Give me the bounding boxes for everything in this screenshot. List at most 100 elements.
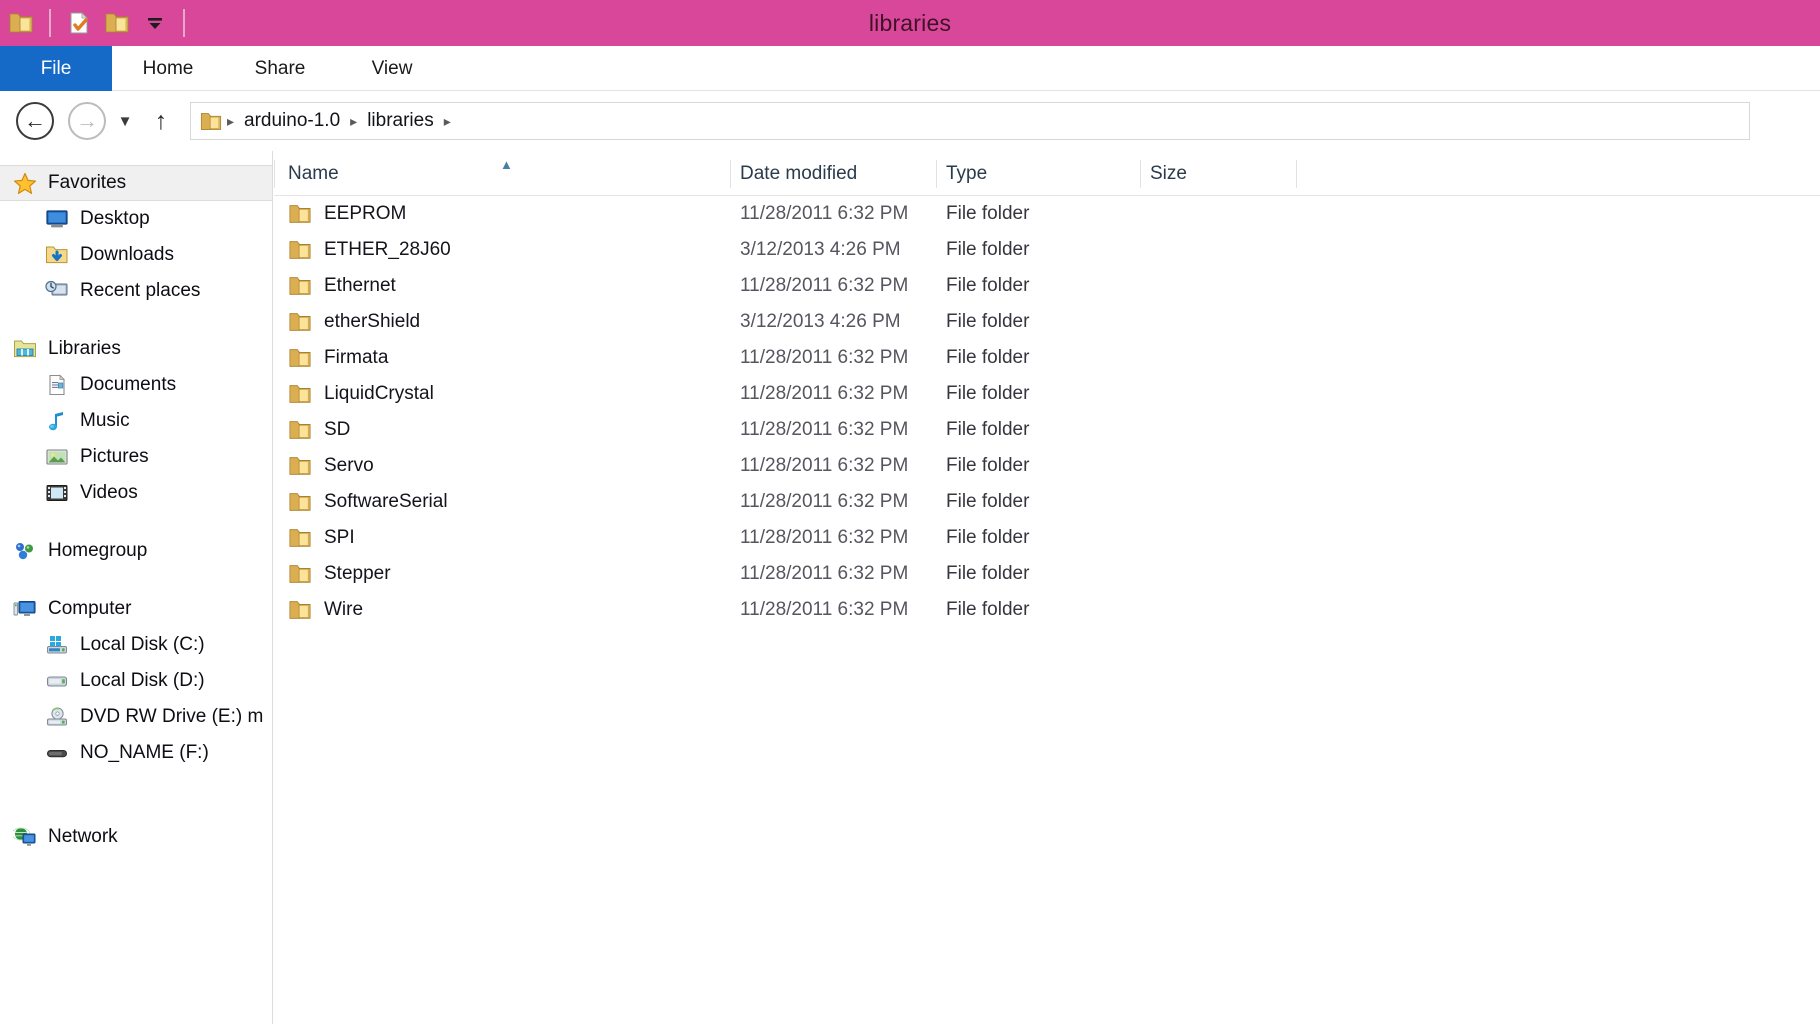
table-row[interactable]: EEPROM11/28/2011 6:32 PMFile folder: [274, 196, 1820, 232]
column-header-type[interactable]: Type: [946, 151, 987, 196]
cell-type: File folder: [946, 203, 1029, 225]
sidebar-item-libraries[interactable]: Libraries: [0, 331, 272, 367]
cell-name[interactable]: SD: [288, 419, 350, 441]
sidebar-item-desktop[interactable]: Desktop: [0, 201, 272, 237]
table-row[interactable]: LiquidCrystal 11/28/2011 6:32 PM File fold…: [274, 376, 1820, 412]
cell-name[interactable]: SoftwareSerial: [288, 491, 448, 513]
table-row[interactable]: Wire11/28/2011 6:32 PMFile folder: [274, 592, 1820, 628]
breadcrumb-folder-icon: [199, 111, 223, 132]
recent-places-icon: [44, 279, 70, 303]
back-button[interactable]: ←: [14, 100, 56, 142]
folder-icon: [288, 347, 312, 369]
cell-type: File folder: [946, 383, 1029, 405]
sidebar-label-videos: Videos: [80, 482, 138, 504]
cell-date-modified: 11/28/2011 6:32 PM: [740, 419, 908, 441]
table-row[interactable]: SPI11/28/2011 6:32 PMFile folder: [274, 520, 1820, 556]
column-header-size[interactable]: Size: [1150, 151, 1187, 196]
tab-home[interactable]: Home: [112, 46, 224, 91]
column-divider-4[interactable]: [1296, 160, 1297, 188]
breadcrumb-item-libraries[interactable]: libraries: [359, 110, 442, 132]
sidebar-item-videos[interactable]: Videos: [0, 475, 272, 511]
sidebar-item-no-name-f[interactable]: NO_NAME (F:): [0, 735, 272, 771]
sidebar-item-dvd-drive-e[interactable]: DVD RW Drive (E:) m: [0, 699, 272, 735]
sidebar-item-network[interactable]: Network: [0, 819, 272, 855]
sidebar-item-local-disk-c[interactable]: Local Disk (C:): [0, 627, 272, 663]
breadcrumb-separator-2[interactable]: ▸: [442, 113, 453, 130]
table-row[interactable]: SoftwareSerial11/28/2011 6:32 PMFile fol…: [274, 484, 1820, 520]
computer-icon: [12, 597, 38, 621]
pictures-icon: [44, 445, 70, 469]
tab-view[interactable]: View: [336, 46, 448, 91]
sidebar-label-local-disk-c: Local Disk (C:): [80, 634, 205, 656]
music-icon: [44, 409, 70, 433]
sidebar-item-music[interactable]: Music: [0, 403, 272, 439]
sidebar-item-recent-places[interactable]: Recent places: [0, 273, 272, 309]
breadcrumb-separator-1: ▸: [348, 113, 359, 130]
file-name-label: Wire: [324, 599, 363, 621]
sidebar-item-downloads[interactable]: Downloads: [0, 237, 272, 273]
cell-name[interactable]: ETHER_28J60: [288, 239, 451, 261]
file-name-label: Stepper: [324, 563, 391, 585]
cell-name[interactable]: SPI: [288, 527, 355, 549]
file-list-pane: Name ▲ Date modified Type Size EEPROM11/…: [274, 151, 1820, 1024]
sidebar-label-network: Network: [48, 826, 118, 848]
breadcrumb-item-arduino[interactable]: arduino-1.0: [236, 110, 348, 132]
sidebar-label-dvd-drive-e: DVD RW Drive (E:) m: [80, 706, 263, 728]
table-row[interactable]: SD11/28/2011 6:32 PMFile folder: [274, 412, 1820, 448]
sidebar-label-music: Music: [80, 410, 130, 432]
column-divider-1[interactable]: [730, 160, 731, 188]
up-button[interactable]: ↑: [142, 107, 180, 136]
breadcrumb[interactable]: ▸ arduino-1.0 ▸ libraries ▸: [190, 102, 1750, 140]
sidebar-item-local-disk-d[interactable]: Local Disk (D:): [0, 663, 272, 699]
folder-icon: [288, 491, 312, 513]
sort-ascending-icon: ▲: [500, 157, 513, 172]
videos-icon: [44, 481, 70, 505]
forward-button[interactable]: →: [66, 100, 108, 142]
sidebar-label-documents: Documents: [80, 374, 176, 396]
cell-name[interactable]: Firmata: [288, 347, 388, 369]
sidebar-item-documents[interactable]: Documents: [0, 367, 272, 403]
folder-icon: [288, 563, 312, 585]
table-row[interactable]: Servo11/28/2011 6:32 PMFile folder: [274, 448, 1820, 484]
tab-file[interactable]: File: [0, 46, 112, 91]
sidebar-item-favorites[interactable]: Favorites: [0, 165, 272, 201]
folder-icon: [288, 599, 312, 621]
table-row[interactable]: Firmata11/28/2011 6:32 PMFile folder: [274, 340, 1820, 376]
folder-icon: [288, 275, 312, 297]
downloads-icon: [44, 243, 70, 267]
table-row[interactable]: etherShield3/12/2013 4:26 PMFile folder: [274, 304, 1820, 340]
sidebar-gap-3: [0, 569, 272, 591]
tab-share[interactable]: Share: [224, 46, 336, 91]
cell-name[interactable]: LiquidCrystal: [288, 383, 434, 405]
sidebar-item-pictures[interactable]: Pictures: [0, 439, 272, 475]
cell-name[interactable]: Ethernet: [288, 275, 396, 297]
cell-date-modified: 11/28/2011 6:32 PM: [740, 599, 908, 621]
navigation-pane[interactable]: Favorites Desktop Downloads: [0, 151, 273, 1024]
cell-name[interactable]: Servo: [288, 455, 374, 477]
sidebar-label-recent-places: Recent places: [80, 280, 200, 302]
sidebar-item-computer[interactable]: Computer: [0, 591, 272, 627]
column-header-name[interactable]: Name: [288, 151, 339, 196]
column-divider-2[interactable]: [936, 160, 937, 188]
file-name-label: Servo: [324, 455, 374, 477]
column-divider-0[interactable]: [274, 160, 275, 188]
table-row[interactable]: ETHER_28J603/12/2013 4:26 PMFile folder: [274, 232, 1820, 268]
recent-locations-icon[interactable]: ▼: [108, 113, 142, 130]
column-header-date-modified[interactable]: Date modified: [740, 151, 857, 196]
system-drive-icon: [44, 633, 70, 657]
sidebar-label-local-disk-d: Local Disk (D:): [80, 670, 205, 692]
column-divider-3[interactable]: [1140, 160, 1141, 188]
cell-date-modified: 11/28/2011 6:32 PM: [740, 383, 908, 405]
table-row[interactable]: Stepper11/28/2011 6:32 PMFile folder: [274, 556, 1820, 592]
cell-name[interactable]: Wire: [288, 599, 363, 621]
cell-name[interactable]: Stepper: [288, 563, 391, 585]
cell-name[interactable]: EEPROM: [288, 203, 406, 225]
libraries-icon: [12, 337, 38, 361]
folder-icon: [288, 527, 312, 549]
cell-name[interactable]: etherShield: [288, 311, 420, 333]
sidebar-item-homegroup[interactable]: Homegroup: [0, 533, 272, 569]
cell-date-modified: 3/12/2013 4:26 PM: [740, 239, 901, 261]
cell-date-modified: 11/28/2011 6:32 PM: [740, 491, 908, 513]
cell-type: File folder: [946, 455, 1029, 477]
table-row[interactable]: Ethernet11/28/2011 6:32 PMFile folder: [274, 268, 1820, 304]
